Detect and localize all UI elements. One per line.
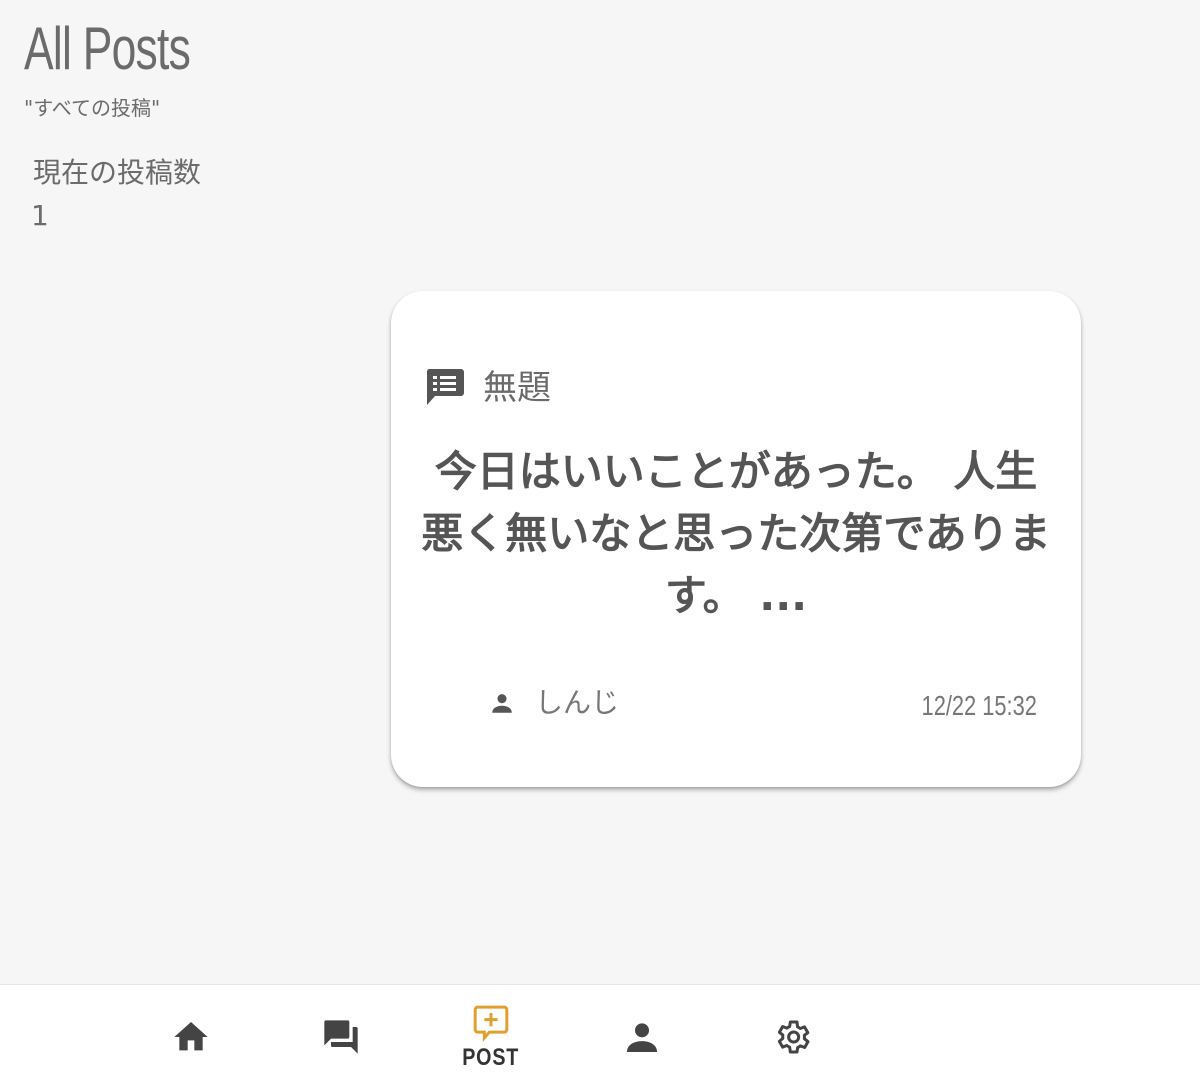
- forum-icon: [321, 1017, 361, 1057]
- add-comment-icon: [471, 1003, 511, 1043]
- nav-settings[interactable]: [752, 985, 832, 1085]
- page-title: All Posts: [24, 15, 191, 82]
- post-timestamp: 12/22 15:32: [921, 690, 1037, 721]
- nav-post-label: POST: [462, 1044, 520, 1071]
- page-subtitle: "すべての投稿": [24, 96, 161, 120]
- person-icon: [489, 690, 515, 716]
- post-card-header: 無題: [425, 367, 551, 409]
- nav-forum[interactable]: [301, 985, 381, 1085]
- person-icon: [622, 1017, 662, 1057]
- post-count-value: 1: [31, 199, 49, 232]
- nav-home[interactable]: [151, 985, 231, 1085]
- nav-post[interactable]: POST: [451, 985, 531, 1085]
- home-icon: [171, 1017, 211, 1057]
- post-card[interactable]: 無題 今日はいいことがあった。 人生悪く無いなと思った次第であります。 ... …: [391, 291, 1081, 787]
- gear-icon: [772, 1017, 812, 1057]
- comment-text-icon: [425, 367, 465, 409]
- post-count-label: 現在の投稿数: [33, 156, 202, 189]
- bottom-navigation: POST: [0, 984, 1200, 1085]
- post-body: 今日はいいことがあった。 人生悪く無いなと思った次第であります。 ...: [421, 447, 1051, 620]
- nav-profile[interactable]: [602, 985, 682, 1085]
- post-author: しんじ: [489, 685, 619, 721]
- post-title: 無題: [483, 368, 551, 408]
- post-author-name: しんじ: [535, 686, 620, 719]
